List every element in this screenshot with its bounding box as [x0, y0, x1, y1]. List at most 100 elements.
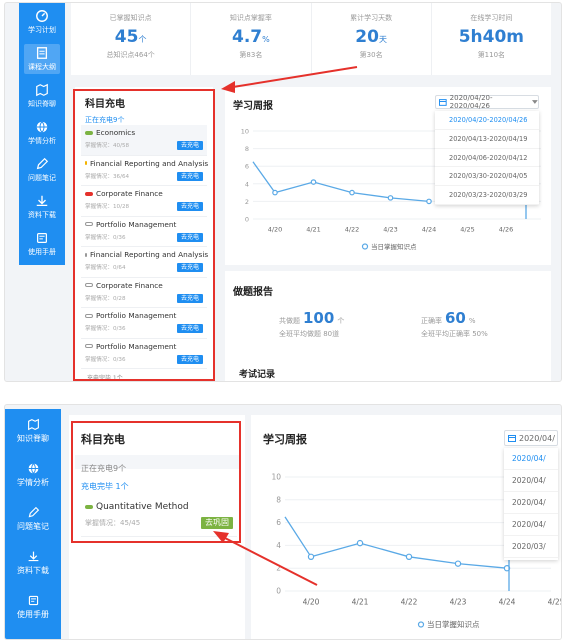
y-tick-label: 6 [245, 163, 249, 171]
y-tick-label: 10 [241, 128, 249, 136]
data-point [310, 179, 317, 185]
x-tick-label: 4/21 [352, 598, 369, 607]
calendar-icon [439, 99, 447, 106]
date-option[interactable]: 2020/04/20-2020/04/26 [435, 111, 539, 130]
data-point [387, 195, 394, 201]
sidebar-item-plan[interactable]: 学习计划 [19, 3, 65, 40]
y-tick-label: 8 [276, 495, 281, 504]
sidebar-item-label: 学习计划 [28, 25, 56, 34]
series-line [252, 161, 430, 203]
data-point [426, 198, 432, 205]
date-option[interactable]: 2020/04/ [504, 448, 558, 470]
date-option[interactable]: 2020/04/ [504, 514, 558, 536]
x-tick-label: 4/23 [450, 598, 467, 607]
x-tick-label: 4/25 [460, 226, 475, 234]
data-point [356, 539, 364, 547]
card-title: 学习周报 [263, 433, 307, 446]
exam-total: 共做题 100 个 全班平均做题 80道 [279, 309, 345, 338]
data-point [272, 189, 278, 196]
x-tick-label: 4/25 [548, 598, 562, 607]
sidebar-item-manual[interactable]: 使用手册 [5, 585, 61, 629]
y-tick-label: 8 [245, 145, 249, 153]
date-range-menu: 2020/04/2020/04/2020/04/2020/04/2020/03/… [504, 448, 558, 560]
data-point [454, 560, 462, 567]
date-option[interactable]: 2020/03/ [504, 536, 558, 558]
x-tick-label: 4/24 [422, 226, 437, 234]
chart-legend: 当日掌握知识点 [361, 242, 417, 251]
date-option[interactable]: 2020/04/ [504, 492, 558, 514]
sidebar-item-label: 使用手册 [17, 610, 49, 619]
sidebar-item-label: 知识脊聊 [28, 99, 56, 108]
y-tick-label: 0 [245, 216, 249, 224]
date-option[interactable]: 2020/04/13-2020/04/19 [435, 130, 539, 149]
date-option[interactable]: 2020/03/23-2020/03/29 [435, 186, 539, 205]
data-point [349, 189, 355, 196]
legend-label: 当日掌握知识点 [371, 242, 417, 251]
map-icon [36, 83, 48, 96]
sidebar-item-analysis[interactable]: 学情分析 [19, 114, 65, 151]
x-tick-label: 4/24 [499, 598, 516, 607]
x-tick-label: 4/26 [499, 226, 514, 234]
sidebar-item-label: 问题笔记 [17, 522, 49, 531]
x-tick-label: 4/21 [306, 226, 321, 234]
sidebar-item-knowledge[interactable]: 知识脊聊 [5, 409, 61, 453]
y-tick-label: 2 [245, 198, 249, 206]
screenshot-top: 学习计划 课程大纲 知识脊聊 学情分析 问题笔记 资料下载 使用手册 已掌握知识… [4, 2, 562, 382]
sidebar-item-knowledge[interactable]: 知识脊聊 [19, 77, 65, 114]
date-range-select[interactable]: 2020/04/20-2020/04/26 [435, 94, 539, 110]
sidebar-item-outline[interactable]: 课程大纲 [19, 40, 65, 77]
exam-records-heading: 考试记录 [239, 370, 276, 380]
sidebar-item-notes[interactable]: 问题笔记 [19, 151, 65, 188]
date-range-select[interactable]: 2020/04/ [504, 430, 558, 446]
sidebar-item-label: 资料下载 [17, 566, 49, 575]
globe-icon [28, 463, 38, 474]
legend-marker [361, 243, 369, 250]
x-tick-label: 4/22 [401, 598, 418, 607]
download-icon [28, 551, 38, 562]
date-option[interactable]: 2020/03/30-2020/04/05 [435, 167, 539, 187]
calendar-icon [508, 435, 516, 442]
date-option[interactable]: 2020/04/ [504, 470, 558, 492]
gauge-icon [36, 9, 48, 22]
x-tick-label: 4/20 [303, 598, 320, 607]
exam-report-card: 做题报告 共做题 100 个 全班平均做题 80道 正确率 60% 全班平均正确率 5… [225, 271, 551, 381]
legend-label: 当日掌握知识点 [427, 619, 480, 629]
globe-icon [36, 120, 48, 133]
date-range-menu: 2020/04/20-2020/04/26 2020/04/13-2020/04/… [435, 111, 539, 205]
y-tick-label: 4 [245, 180, 249, 188]
sidebar-item-download[interactable]: 资料下载 [19, 188, 65, 225]
sidebar-item-analysis[interactable]: 学情分析 [5, 453, 61, 497]
data-point [405, 553, 413, 561]
sidebar-item-notes[interactable]: 问题笔记 [5, 497, 61, 541]
pointer-arrow [213, 531, 318, 586]
highlight-box [73, 89, 215, 381]
sidebar-item-label: 问题笔记 [28, 173, 56, 182]
map-icon [27, 418, 39, 431]
pointer-arrow [221, 66, 358, 93]
sidebar-item-label: 资料下载 [28, 210, 56, 219]
card-title: 做题报告 [233, 287, 273, 298]
sidebar-item-label: 学情分析 [17, 478, 49, 487]
sidebar-item-label: 课程大纲 [28, 62, 56, 71]
download-icon [36, 195, 48, 206]
date-option[interactable]: 2020/03/ [504, 558, 558, 560]
sidebar-item-label: 学情分析 [28, 136, 56, 145]
sidebar-item-label: 知识脊聊 [17, 434, 49, 443]
x-tick-label: 4/20 [268, 226, 283, 234]
x-tick-label: 4/23 [383, 226, 398, 234]
x-tick-label: 4/22 [345, 226, 360, 234]
pencil-icon [36, 157, 49, 169]
manual-icon [37, 232, 47, 243]
sidebar-item-manual[interactable]: 使用手册 [19, 225, 65, 262]
sidebar-item-label: 使用手册 [28, 247, 56, 256]
caret-down-icon [532, 100, 538, 104]
sidebar-item-download[interactable]: 资料下载 [5, 541, 61, 585]
date-option[interactable]: 2020/04/06-2020/04/12 [435, 149, 539, 168]
book-icon [36, 46, 48, 59]
exam-accuracy: 正确率 60% 全班平均正确率 50% [421, 309, 488, 338]
sidebar: 知识脊聊 学情分析 问题笔记 资料下载 使用手册 [5, 409, 61, 639]
sidebar: 学习计划 课程大纲 知识脊聊 学情分析 问题笔记 资料下载 使用手册 [19, 3, 65, 265]
y-tick-label: 10 [271, 473, 281, 482]
screenshot-bottom: 知识脊聊 学情分析 问题笔记 资料下载 使用手册 科目充电 正在充电9个 充电完… [4, 404, 562, 640]
chart-legend: 当日掌握知识点 [417, 619, 480, 629]
